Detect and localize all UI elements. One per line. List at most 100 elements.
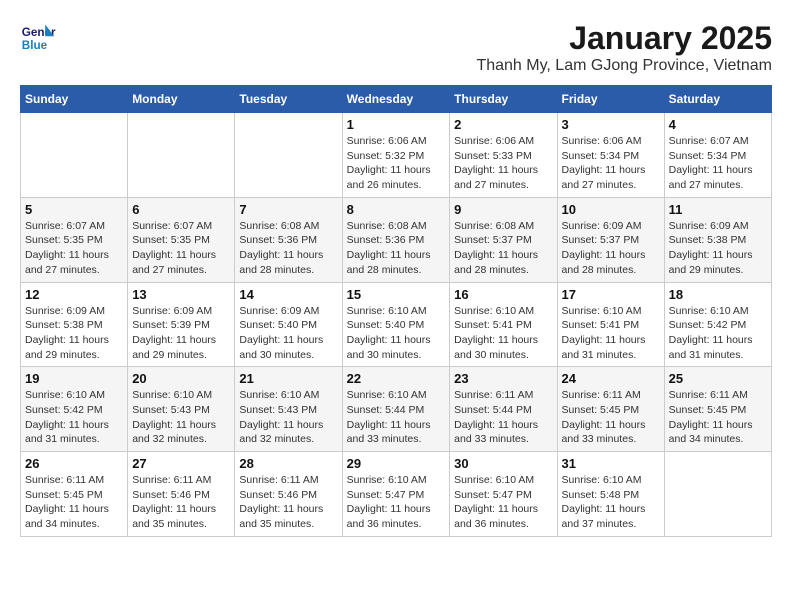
title-area: January 2025 Thanh My, Lam GJong Provinc… [476, 20, 772, 75]
calendar-cell: 1 Sunrise: 6:06 AMSunset: 5:32 PMDaylight… [342, 113, 450, 198]
logo-area: General Blue [20, 20, 60, 56]
day-info: Sunrise: 6:10 AMSunset: 5:47 PMDaylight:… [347, 473, 446, 532]
day-info: Sunrise: 6:11 AMSunset: 5:46 PMDaylight:… [132, 473, 230, 532]
calendar-cell: 20Sunrise: 6:10 AMSunset: 5:43 PMDayligh… [128, 367, 235, 452]
day-number: 10 [562, 202, 660, 217]
day-number: 23 [454, 371, 552, 386]
week-row-3: 12 Sunrise: 6:09 AMSunset: 5:38 PMDayligh… [21, 282, 772, 367]
calendar-cell: 22 Sunrise: 6:10 AMSunset: 5:44 PMDayligh… [342, 367, 450, 452]
day-info: Sunrise: 6:10 AMSunset: 5:44 PMDaylight:… [347, 388, 446, 447]
day-info: Sunrise: 6:09 AMSunset: 5:38 PMDaylight:… [669, 219, 767, 278]
calendar-cell: 6 Sunrise: 6:07 AMSunset: 5:35 PMDaylight… [128, 197, 235, 282]
logo-icon: General Blue [20, 20, 56, 56]
weekday-header-wednesday: Wednesday [342, 86, 450, 113]
calendar-cell: 10 Sunrise: 6:09 AMSunset: 5:37 PMDayligh… [557, 197, 664, 282]
calendar-cell: 11 Sunrise: 6:09 AMSunset: 5:38 PMDayligh… [664, 197, 771, 282]
day-number: 3 [562, 117, 660, 132]
day-number: 5 [25, 202, 123, 217]
day-number: 26 [25, 456, 123, 471]
day-info: Sunrise: 6:10 AMSunset: 5:43 PMDaylight:… [132, 388, 230, 447]
day-info: Sunrise: 6:11 AMSunset: 5:45 PMDaylight:… [562, 388, 660, 447]
day-number: 25 [669, 371, 767, 386]
day-number: 4 [669, 117, 767, 132]
day-info: Sunrise: 6:09 AMSunset: 5:38 PMDaylight:… [25, 304, 123, 363]
month-title: January 2025 [476, 20, 772, 57]
calendar-cell: 7Sunrise: 6:08 AMSunset: 5:36 PMDaylight… [235, 197, 342, 282]
calendar-cell: 5 Sunrise: 6:07 AMSunset: 5:35 PMDaylight… [21, 197, 128, 282]
day-number: 13 [132, 287, 230, 302]
day-number: 15 [347, 287, 446, 302]
weekday-header-saturday: Saturday [664, 86, 771, 113]
calendar-cell: 4 Sunrise: 6:07 AMSunset: 5:34 PMDaylight… [664, 113, 771, 198]
weekday-header-monday: Monday [128, 86, 235, 113]
calendar-cell: 18Sunrise: 6:10 AMSunset: 5:42 PMDayligh… [664, 282, 771, 367]
calendar-cell [128, 113, 235, 198]
day-info: Sunrise: 6:07 AMSunset: 5:34 PMDaylight:… [669, 134, 767, 193]
day-info: Sunrise: 6:10 AMSunset: 5:42 PMDaylight:… [25, 388, 123, 447]
calendar-cell: 15 Sunrise: 6:10 AMSunset: 5:40 PMDayligh… [342, 282, 450, 367]
day-number: 31 [562, 456, 660, 471]
calendar-cell: 19 Sunrise: 6:10 AMSunset: 5:42 PMDayligh… [21, 367, 128, 452]
day-number: 19 [25, 371, 123, 386]
day-number: 14 [239, 287, 337, 302]
calendar-cell: 17 Sunrise: 6:10 AMSunset: 5:41 PMDayligh… [557, 282, 664, 367]
day-info: Sunrise: 6:11 AMSunset: 5:44 PMDaylight:… [454, 388, 552, 447]
calendar-cell: 9Sunrise: 6:08 AMSunset: 5:37 PMDaylight… [450, 197, 557, 282]
day-info: Sunrise: 6:09 AMSunset: 5:40 PMDaylight:… [239, 304, 337, 363]
day-info: Sunrise: 6:11 AMSunset: 5:45 PMDaylight:… [669, 388, 767, 447]
day-number: 24 [562, 371, 660, 386]
day-info: Sunrise: 6:10 AMSunset: 5:40 PMDaylight:… [347, 304, 446, 363]
calendar-cell: 2 Sunrise: 6:06 AMSunset: 5:33 PMDaylight… [450, 113, 557, 198]
weekday-header-sunday: Sunday [21, 86, 128, 113]
calendar-cell: 3 Sunrise: 6:06 AMSunset: 5:34 PMDaylight… [557, 113, 664, 198]
day-info: Sunrise: 6:11 AMSunset: 5:46 PMDaylight:… [239, 473, 337, 532]
day-info: Sunrise: 6:06 AMSunset: 5:33 PMDaylight:… [454, 134, 552, 193]
weekday-header-thursday: Thursday [450, 86, 557, 113]
day-number: 18 [669, 287, 767, 302]
week-row-1: 1 Sunrise: 6:06 AMSunset: 5:32 PMDaylight… [21, 113, 772, 198]
day-info: Sunrise: 6:08 AMSunset: 5:36 PMDaylight:… [347, 219, 446, 278]
calendar-cell: 21Sunrise: 6:10 AMSunset: 5:43 PMDayligh… [235, 367, 342, 452]
location-title: Thanh My, Lam GJong Province, Vietnam [476, 57, 772, 75]
day-info: Sunrise: 6:10 AMSunset: 5:48 PMDaylight:… [562, 473, 660, 532]
day-number: 22 [347, 371, 446, 386]
week-row-5: 26 Sunrise: 6:11 AMSunset: 5:45 PMDayligh… [21, 452, 772, 537]
day-info: Sunrise: 6:07 AMSunset: 5:35 PMDaylight:… [25, 219, 123, 278]
day-info: Sunrise: 6:06 AMSunset: 5:34 PMDaylight:… [562, 134, 660, 193]
day-info: Sunrise: 6:10 AMSunset: 5:41 PMDaylight:… [454, 304, 552, 363]
day-info: Sunrise: 6:10 AMSunset: 5:47 PMDaylight:… [454, 473, 552, 532]
day-number: 6 [132, 202, 230, 217]
day-info: Sunrise: 6:10 AMSunset: 5:41 PMDaylight:… [562, 304, 660, 363]
calendar-cell [21, 113, 128, 198]
calendar-cell: 23 Sunrise: 6:11 AMSunset: 5:44 PMDayligh… [450, 367, 557, 452]
calendar-cell: 24 Sunrise: 6:11 AMSunset: 5:45 PMDayligh… [557, 367, 664, 452]
day-number: 2 [454, 117, 552, 132]
day-number: 1 [347, 117, 446, 132]
weekday-header-friday: Friday [557, 86, 664, 113]
calendar-table: SundayMondayTuesdayWednesdayThursdayFrid… [20, 85, 772, 537]
day-number: 11 [669, 202, 767, 217]
day-number: 28 [239, 456, 337, 471]
day-info: Sunrise: 6:09 AMSunset: 5:37 PMDaylight:… [562, 219, 660, 278]
day-info: Sunrise: 6:08 AMSunset: 5:37 PMDaylight:… [454, 219, 552, 278]
day-number: 29 [347, 456, 446, 471]
calendar-cell: 8Sunrise: 6:08 AMSunset: 5:36 PMDaylight… [342, 197, 450, 282]
header: General Blue January 2025 Thanh My, Lam … [20, 20, 772, 75]
day-number: 12 [25, 287, 123, 302]
calendar-cell: 26 Sunrise: 6:11 AMSunset: 5:45 PMDayligh… [21, 452, 128, 537]
day-info: Sunrise: 6:07 AMSunset: 5:35 PMDaylight:… [132, 219, 230, 278]
day-info: Sunrise: 6:10 AMSunset: 5:43 PMDaylight:… [239, 388, 337, 447]
calendar-cell: 29 Sunrise: 6:10 AMSunset: 5:47 PMDayligh… [342, 452, 450, 537]
calendar-cell: 30Sunrise: 6:10 AMSunset: 5:47 PMDayligh… [450, 452, 557, 537]
day-number: 27 [132, 456, 230, 471]
calendar-cell: 16 Sunrise: 6:10 AMSunset: 5:41 PMDayligh… [450, 282, 557, 367]
weekday-header-row: SundayMondayTuesdayWednesdayThursdayFrid… [21, 86, 772, 113]
day-info: Sunrise: 6:11 AMSunset: 5:45 PMDaylight:… [25, 473, 123, 532]
day-number: 17 [562, 287, 660, 302]
calendar-cell: 28 Sunrise: 6:11 AMSunset: 5:46 PMDayligh… [235, 452, 342, 537]
day-info: Sunrise: 6:06 AMSunset: 5:32 PMDaylight:… [347, 134, 446, 193]
day-number: 16 [454, 287, 552, 302]
day-info: Sunrise: 6:08 AMSunset: 5:36 PMDaylight:… [239, 219, 337, 278]
calendar-cell: 14 Sunrise: 6:09 AMSunset: 5:40 PMDayligh… [235, 282, 342, 367]
week-row-2: 5 Sunrise: 6:07 AMSunset: 5:35 PMDaylight… [21, 197, 772, 282]
